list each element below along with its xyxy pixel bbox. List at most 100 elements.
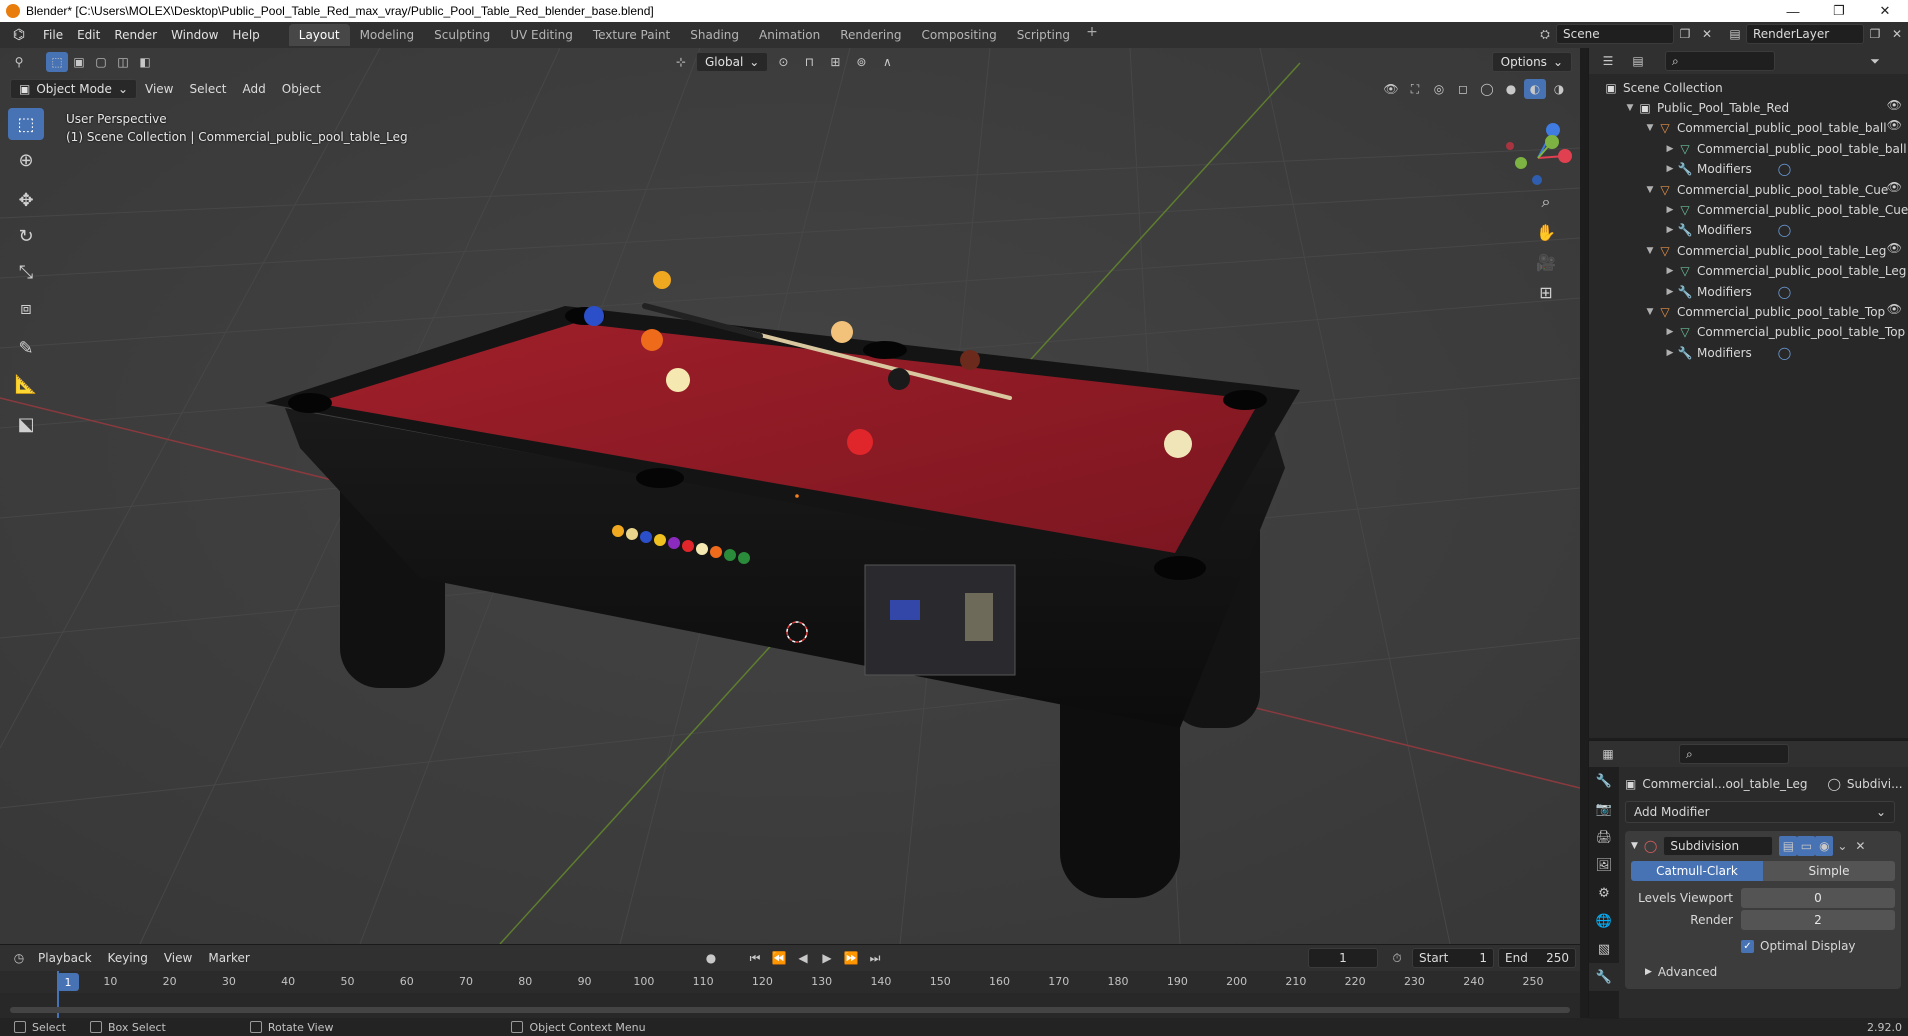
viewport-menu-add[interactable]: Add: [235, 82, 274, 96]
menu-window[interactable]: Window: [164, 22, 225, 48]
render-levels-field[interactable]: 2: [1741, 910, 1895, 930]
falloff-icon[interactable]: ∧: [876, 52, 898, 72]
viewport-menu-object[interactable]: Object: [274, 82, 329, 96]
camera-view-icon[interactable]: 🎥: [1532, 248, 1560, 276]
preview-range-icon[interactable]: ⏱: [1386, 948, 1408, 968]
expand-down-icon[interactable]: ▼: [1643, 302, 1657, 322]
outliner-item[interactable]: ▼ ▽ Commercial_public_pool_table_Leg: [1643, 241, 1887, 261]
timeline-menu-keying[interactable]: Keying: [100, 951, 156, 965]
select-mode-invert-icon[interactable]: ◫: [112, 52, 134, 72]
new-layer-icon[interactable]: ❐: [1864, 24, 1886, 44]
timeline-menu-marker[interactable]: Marker: [200, 951, 257, 965]
select-mode-icon[interactable]: ⬚: [46, 52, 68, 72]
timeline-scrollbar[interactable]: [10, 1007, 1570, 1013]
current-frame-marker[interactable]: 1: [57, 973, 79, 991]
xray-toggle-icon[interactable]: ◻: [1452, 79, 1474, 99]
end-frame-field[interactable]: End 250: [1498, 948, 1576, 968]
menu-edit[interactable]: Edit: [70, 22, 107, 48]
expand-down-icon[interactable]: ▼: [1643, 180, 1657, 200]
world-tab-icon[interactable]: 🌐: [1589, 907, 1619, 935]
scene-tab-icon[interactable]: ⚙: [1589, 879, 1619, 907]
zoom-icon[interactable]: ⌕: [1532, 188, 1560, 216]
properties-search-input[interactable]: ⌕: [1679, 744, 1789, 764]
simple-button[interactable]: Simple: [1763, 861, 1895, 881]
scale-tool-icon[interactable]: ⤡: [8, 256, 44, 288]
optimal-display-checkbox[interactable]: ✓: [1741, 939, 1754, 953]
expand-right-icon[interactable]: ▶: [1663, 261, 1677, 281]
modifier-tab-icon[interactable]: 🔧: [1589, 963, 1619, 991]
timeline-editor-type-icon[interactable]: ◷: [8, 948, 30, 968]
timeline-ruler[interactable]: 1 10 20 30 40 50 60 70 80 90 100 110 120 130 140 150 160…: [0, 971, 1580, 993]
catmull-clark-button[interactable]: Catmull-Clark: [1631, 861, 1763, 881]
outliner-item[interactable]: ▶ ▽ Commercial_public_pool_table_Top: [1663, 322, 1906, 342]
expand-right-icon[interactable]: ▶: [1663, 282, 1677, 302]
pan-hand-icon[interactable]: ✋: [1532, 218, 1560, 246]
outliner-item[interactable]: ▼ ▽ Commercial_public_pool_table_Cue: [1643, 180, 1889, 200]
snap-icon[interactable]: ⊓: [798, 52, 820, 72]
outliner-search-input[interactable]: ⌕: [1665, 51, 1775, 71]
rendered-shading-icon[interactable]: ◑: [1548, 79, 1570, 99]
expand-right-icon[interactable]: ▶: [1663, 322, 1677, 342]
expand-right-icon[interactable]: ▶: [1663, 200, 1677, 220]
outliner-item[interactable]: ▶ 🔧 Modifiers ◯: [1663, 343, 1792, 363]
add-cube-tool-icon[interactable]: ⬕: [8, 408, 44, 440]
outliner-item[interactable]: ▼ ▽ Commercial_public_pool_table_ball: [1643, 118, 1887, 138]
outliner-item[interactable]: ▶ ▽ Commercial_public_pool_table_ball: [1663, 139, 1907, 159]
select-mode-subtract-icon[interactable]: ▢: [90, 52, 112, 72]
delete-scene-icon[interactable]: ✕: [1696, 24, 1718, 44]
render-toggle-icon[interactable]: ◉: [1815, 836, 1834, 856]
material-shading-icon[interactable]: ◐: [1524, 79, 1546, 99]
tab-scripting[interactable]: Scripting: [1007, 24, 1080, 46]
cursor-tool-icon[interactable]: ⊕: [8, 144, 44, 176]
expand-right-icon[interactable]: ▶: [1663, 159, 1677, 179]
solid-shading-icon[interactable]: ●: [1500, 79, 1522, 99]
outliner-item[interactable]: ▶ ▽ Commercial_public_pool_table_Cue: [1663, 200, 1908, 220]
select-mode-intersect-icon[interactable]: ◧: [134, 52, 156, 72]
tab-texture-paint[interactable]: Texture Paint: [583, 24, 680, 46]
tab-animation[interactable]: Animation: [749, 24, 830, 46]
start-frame-field[interactable]: Start 1: [1412, 948, 1494, 968]
advanced-subpanel[interactable]: ▶ Advanced: [1631, 961, 1895, 983]
scene-name-field[interactable]: Scene: [1556, 24, 1674, 44]
view-layer-tab-icon[interactable]: 🖼: [1589, 851, 1619, 879]
view-layer-icon[interactable]: ▤: [1724, 24, 1746, 44]
visibility-eye-icon[interactable]: 👁: [1887, 302, 1902, 316]
visibility-eye-icon[interactable]: 👁: [1887, 98, 1902, 112]
outliner-item[interactable]: ▶ 🔧 Modifiers ◯: [1663, 159, 1792, 179]
3d-viewport[interactable]: ⚲ ⬚ ▣ ▢ ◫ ◧ ⊹ Global ⌄ ⊙ ⊓ ⊞ ⊚ ∧ Options ⌄…: [0, 48, 1580, 944]
outliner-root[interactable]: ▣ Scene Collection: [1603, 78, 1722, 98]
record-icon[interactable]: ●: [700, 948, 722, 968]
current-frame-field[interactable]: 1: [1308, 948, 1378, 968]
outliner-editor-type-icon[interactable]: ☰: [1597, 51, 1619, 71]
proportional-edit-icon[interactable]: ⊚: [850, 52, 872, 72]
visibility-eye-icon[interactable]: 👁: [1887, 180, 1902, 194]
outliner-item[interactable]: ▶ ▽ Commercial_public_pool_table_Leg: [1663, 261, 1907, 281]
modifier-name-field[interactable]: Subdivision: [1663, 836, 1774, 856]
tab-compositing[interactable]: Compositing: [911, 24, 1006, 46]
tab-rendering[interactable]: Rendering: [830, 24, 911, 46]
measure-tool-icon[interactable]: 📐: [8, 368, 44, 400]
snap-target-icon[interactable]: ⊞: [824, 52, 846, 72]
jump-start-icon[interactable]: ⏮: [744, 948, 766, 968]
properties-editor-type-icon[interactable]: ▦: [1597, 744, 1619, 764]
select-box-tool-icon[interactable]: ⬚: [8, 108, 44, 140]
delete-layer-icon[interactable]: ✕: [1886, 24, 1908, 44]
tab-shading[interactable]: Shading: [680, 24, 749, 46]
expand-down-icon[interactable]: ▼: [1643, 118, 1657, 138]
subdivision-modifier-icon[interactable]: ◯: [1778, 282, 1791, 302]
levels-viewport-field[interactable]: 0: [1741, 888, 1895, 908]
timeline-track[interactable]: [0, 971, 1580, 1019]
tool-tab-icon[interactable]: 🔧: [1589, 767, 1619, 795]
outliner-item[interactable]: ▶ 🔧 Modifiers ◯: [1663, 220, 1792, 240]
transform-tool-icon[interactable]: ⧈: [8, 292, 44, 324]
tab-uv-editing[interactable]: UV Editing: [500, 24, 583, 46]
viewport-toggle-icon[interactable]: ▭: [1797, 836, 1816, 856]
render-layer-field[interactable]: RenderLayer: [1746, 24, 1864, 44]
object-mode-dropdown[interactable]: ▣ Object Mode ⌄: [10, 79, 137, 99]
subdivision-modifier-icon[interactable]: ◯: [1778, 343, 1791, 363]
play-reverse-icon[interactable]: ◀: [792, 948, 814, 968]
viewport-menu-select[interactable]: Select: [181, 82, 234, 96]
outliner-item[interactable]: ▶ 🔧 Modifiers ◯: [1663, 282, 1792, 302]
expand-right-icon[interactable]: ▶: [1663, 139, 1677, 159]
output-tab-icon[interactable]: 🖨: [1589, 823, 1619, 851]
